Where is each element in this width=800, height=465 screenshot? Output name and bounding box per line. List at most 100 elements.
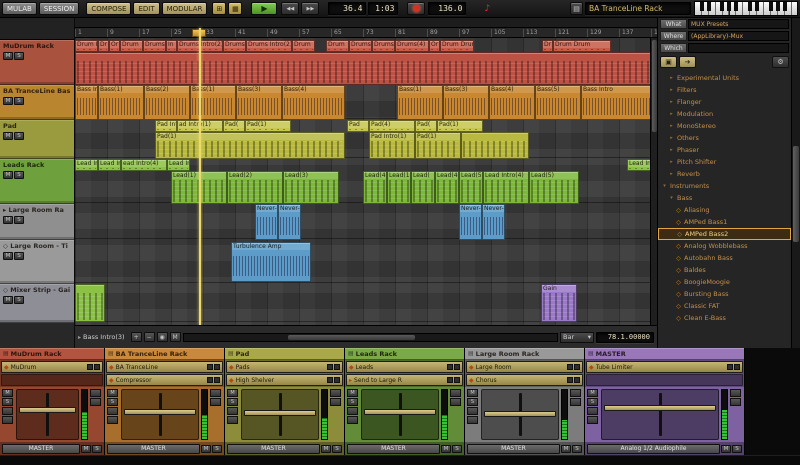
device-button[interactable] — [214, 377, 220, 383]
strip-solo-button[interactable]: S — [2, 398, 13, 406]
device-send-to-large-r[interactable]: ▸ Send to Large R — [346, 374, 463, 386]
device-tube-limiter[interactable]: ◆ Tube Limiter — [586, 361, 743, 373]
device-button[interactable] — [454, 364, 460, 370]
device-large-room[interactable]: ◆ Large Room — [466, 361, 583, 373]
device-button[interactable] — [574, 364, 580, 370]
piano-black-key[interactable] — [706, 2, 711, 11]
volume-fader[interactable] — [601, 389, 719, 440]
timeline-clip[interactable]: Pad Intr — [155, 120, 177, 132]
track-mute-button[interactable]: M — [3, 171, 13, 179]
device-button[interactable] — [214, 364, 220, 370]
timeline-clip[interactable] — [75, 52, 655, 85]
track-solo-button[interactable]: S — [14, 132, 24, 140]
strip-button[interactable] — [570, 398, 581, 406]
tempo-display[interactable]: 136.0 — [428, 2, 467, 15]
timeline-clip[interactable]: Pad Intro(1) — [369, 132, 415, 159]
timeline-clip[interactable]: Never-e — [278, 204, 301, 240]
tree-item-clean-e-bass[interactable]: ◇ Clean E-Bass — [658, 312, 791, 324]
tree-item-phaser[interactable]: ▸ Phaser — [658, 144, 791, 156]
tree-item-instruments[interactable]: ▾ Instruments — [658, 180, 791, 192]
pan-knob[interactable] — [587, 407, 598, 415]
track-mute-button[interactable]: M — [3, 296, 13, 304]
strip-mute-button[interactable]: M — [107, 389, 118, 397]
rewind-button[interactable]: ◀◀ — [281, 2, 300, 15]
browser-filter-label[interactable]: Which — [660, 43, 687, 53]
rack-title-display[interactable]: BA TranceLine Rack — [585, 2, 691, 15]
timeline-clip[interactable]: Lead Intro(4) — [483, 171, 529, 204]
snap-select[interactable]: Bar ▾ — [560, 331, 594, 343]
output-select[interactable]: Analog 1/2 Audiophile — [587, 443, 720, 454]
timeline-clip[interactable]: Lead(3) — [283, 171, 339, 204]
device-button[interactable] — [327, 364, 333, 370]
strip-button[interactable] — [210, 389, 221, 397]
timeline-clip[interactable]: Pad(4) — [369, 120, 415, 132]
piano-black-key[interactable] — [727, 2, 732, 11]
timeline-vertical-scrollbar[interactable] — [650, 38, 657, 325]
strip-mute-button[interactable]: M — [587, 389, 598, 397]
output-select[interactable]: MASTER — [107, 443, 200, 454]
timeline-clip[interactable]: Drum Drum — [440, 40, 474, 52]
track-header-ba-tranceline-bas[interactable]: BA TranceLine Bas M S — [0, 85, 74, 120]
timeline-clip[interactable]: Lead Int — [75, 159, 98, 171]
timeline-clip[interactable]: ead Intro(4) — [121, 159, 167, 171]
folder-icon[interactable]: ▣ — [660, 56, 677, 68]
strip-button[interactable] — [450, 398, 461, 406]
piano-black-key[interactable] — [748, 2, 752, 11]
output-solo-button[interactable]: S — [452, 444, 462, 453]
strip-solo-button[interactable]: S — [347, 398, 358, 406]
timeline-clip[interactable]: Never-e — [482, 204, 505, 240]
strip-button[interactable] — [730, 389, 741, 397]
tree-item-modulation[interactable]: ▸ Modulation — [658, 108, 791, 120]
piano-black-key[interactable] — [734, 2, 739, 11]
device-button[interactable] — [207, 364, 213, 370]
strip-header[interactable]: ▤ Large Room Rack — [465, 348, 584, 360]
timeline-clip[interactable]: Bass(3) — [236, 85, 282, 120]
tree-item-boogiemoogie[interactable]: ◇ BoogieMoogie — [658, 276, 791, 288]
device-high-shelver[interactable]: ◆ High Shelver — [226, 374, 343, 386]
timeline-clip[interactable]: Lead In — [98, 159, 121, 171]
track-header-mudrum-rack[interactable]: MuDrum Rack M S — [0, 40, 74, 85]
timeline-clip[interactable]: Bass(3) — [443, 85, 489, 120]
fader-thumb[interactable] — [124, 408, 196, 415]
piano-black-key[interactable] — [720, 2, 725, 11]
strip-header[interactable]: ▤ Pad — [225, 348, 344, 360]
browser-filter-value[interactable] — [688, 43, 789, 53]
strip-solo-button[interactable]: S — [107, 398, 118, 406]
clip-area[interactable]: Drum InDrOrDrumDrumsInDrums Intro(2)Drum… — [75, 38, 657, 325]
timeline-clip[interactable]: Drums — [223, 40, 246, 52]
compose-tab[interactable]: COMPOSE — [86, 2, 132, 15]
timeline-clip[interactable]: Pad( — [415, 120, 437, 132]
track-header-mixer-strip-gai[interactable]: ◇ Mixer Strip - Gai M S — [0, 284, 74, 323]
piano-black-key[interactable] — [699, 2, 704, 11]
timeline-clip[interactable]: Drum — [292, 40, 315, 52]
output-solo-button[interactable]: S — [732, 444, 742, 453]
timeline-clip[interactable] — [461, 132, 529, 159]
timeline-clip[interactable]: Drums(2) — [372, 40, 395, 52]
browser-scrollbar[interactable] — [791, 18, 800, 348]
edit-tab[interactable]: EDIT — [133, 2, 160, 15]
mulab-menu-button[interactable]: MULAB — [2, 2, 37, 15]
timeline-clip[interactable]: Or — [109, 40, 120, 52]
track-mute-button[interactable]: M — [3, 252, 13, 260]
session-menu-button[interactable]: SESSION — [38, 2, 80, 15]
strip-mute-button[interactable]: M — [2, 389, 13, 397]
scrollbar-thumb[interactable] — [793, 146, 799, 242]
output-solo-button[interactable]: S — [92, 444, 102, 453]
timeline-clip[interactable]: In — [166, 40, 177, 52]
timeline-clip[interactable]: Drums — [349, 40, 372, 52]
empty-device-slot[interactable] — [586, 374, 743, 386]
output-mute-button[interactable]: M — [81, 444, 91, 453]
track-solo-button[interactable]: S — [14, 97, 24, 105]
time-display[interactable]: 1:03 — [368, 2, 399, 15]
magnet-button[interactable]: M — [169, 332, 181, 342]
timeline-clip[interactable]: Drum — [326, 40, 349, 52]
timeline-clip[interactable]: Drums — [143, 40, 166, 52]
track-mute-button[interactable]: M — [3, 52, 13, 60]
record-button[interactable] — [407, 2, 426, 15]
timeline-clip[interactable]: Bass(5) — [535, 85, 581, 120]
volume-fader[interactable] — [241, 389, 319, 440]
tree-item-classic-fat[interactable]: ◇ Classic FAT — [658, 300, 791, 312]
device-button[interactable] — [334, 364, 340, 370]
width-knob[interactable] — [227, 416, 238, 424]
focus-button[interactable]: ◉ — [156, 332, 168, 342]
